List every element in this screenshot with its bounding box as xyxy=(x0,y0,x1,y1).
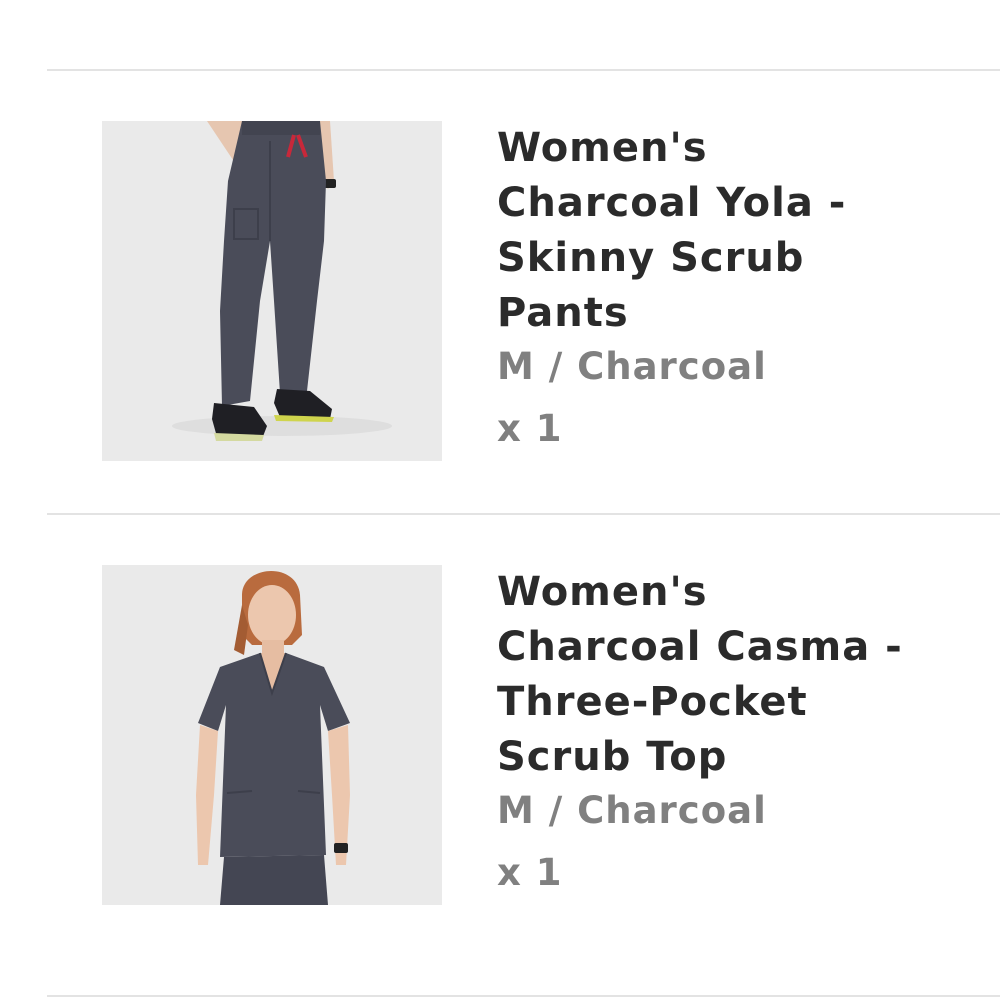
product-image-pants[interactable] xyxy=(102,121,442,461)
product-quantity: x 1 xyxy=(497,851,563,894)
product-title[interactable]: Women's Charcoal Yola - Skinny Scrub Pan… xyxy=(497,121,917,341)
product-variant: M / Charcoal xyxy=(497,345,767,388)
bottom-divider xyxy=(47,995,1000,997)
top-divider xyxy=(47,69,1000,71)
product-image-top[interactable] xyxy=(102,565,442,905)
item-divider xyxy=(47,513,1000,515)
product-info: Women's Charcoal Yola - Skinny Scrub Pan… xyxy=(497,121,917,451)
scrub-pants-illustration xyxy=(102,121,442,461)
product-variant: M / Charcoal xyxy=(497,789,767,832)
product-title[interactable]: Women's Charcoal Casma - Three-Pocket Sc… xyxy=(497,565,917,785)
scrub-top-illustration xyxy=(102,565,442,905)
cart-item: Women's Charcoal Yola - Skinny Scrub Pan… xyxy=(0,121,1000,521)
cart-item: Women's Charcoal Casma - Three-Pocket Sc… xyxy=(0,565,1000,965)
product-info: Women's Charcoal Casma - Three-Pocket Sc… xyxy=(497,565,917,895)
product-quantity: x 1 xyxy=(497,407,563,450)
